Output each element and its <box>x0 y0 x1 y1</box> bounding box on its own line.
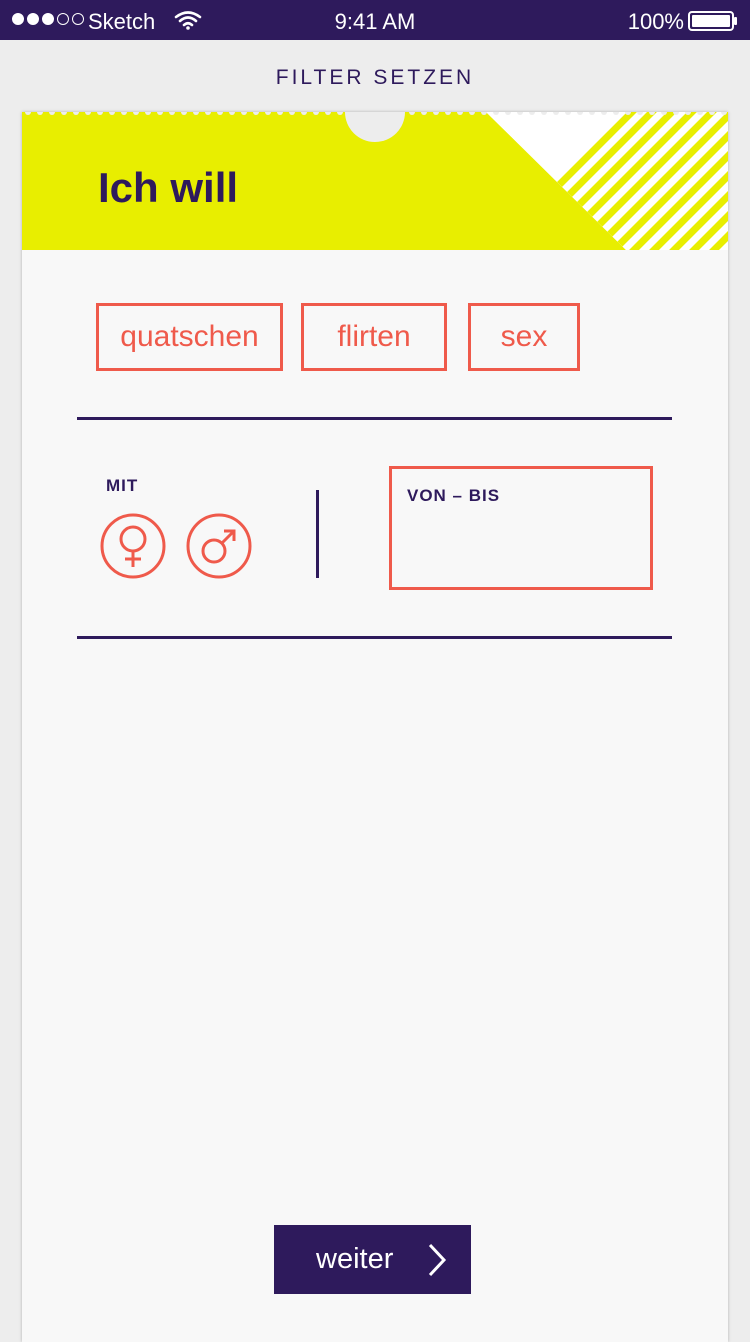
female-symbol-icon[interactable] <box>100 513 166 579</box>
option-sex[interactable]: sex <box>468 303 580 371</box>
age-range-field[interactable]: VON – BIS <box>389 466 653 590</box>
card-title: Ich will <box>98 164 239 211</box>
option-quatschen[interactable]: quatschen <box>96 303 283 371</box>
status-bar: Sketch 9:41 AM 100% <box>0 0 750 40</box>
male-symbol-icon[interactable] <box>186 513 252 579</box>
option-flirten[interactable]: flirten <box>301 303 447 371</box>
next-button[interactable]: weiter <box>274 1225 471 1294</box>
divider <box>77 636 672 639</box>
screen-title: FILTER SETZEN <box>275 66 475 89</box>
card-header: Ich will <box>22 112 728 250</box>
divider <box>77 417 672 420</box>
filter-card: Ich will quatschen flirten sex MIT VON –… <box>22 112 728 1342</box>
vertical-divider <box>316 490 319 578</box>
battery-icon <box>688 11 737 31</box>
chevron-right-icon <box>428 1243 447 1277</box>
battery-percentage: 100% <box>627 9 684 34</box>
next-button-label: weiter <box>316 1243 394 1275</box>
age-range-label: VON – BIS <box>407 486 501 505</box>
with-label: MIT <box>106 476 139 495</box>
